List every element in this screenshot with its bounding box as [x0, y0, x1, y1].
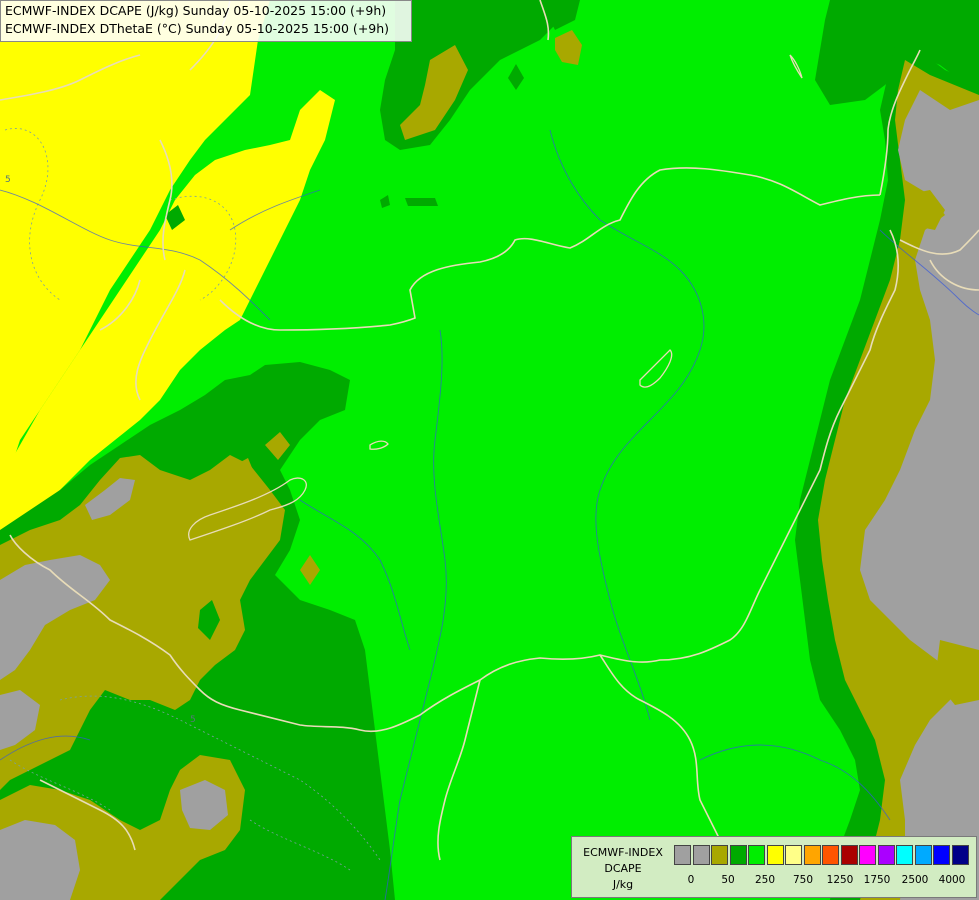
legend-tick-label: 2500	[901, 874, 929, 886]
legend-tick-label: 750	[792, 874, 814, 886]
legend-title: ECMWF-INDEX DCAPE J/kg	[574, 845, 672, 893]
legend-swatch	[859, 845, 876, 865]
legend-swatch	[729, 845, 747, 865]
legend-title-line: J/kg	[612, 878, 634, 891]
legend-tick-label: 250	[754, 874, 776, 886]
color-legend: ECMWF-INDEX DCAPE J/kg 0 50 250 750 1250…	[571, 836, 977, 898]
legend-swatch	[840, 845, 858, 865]
legend-swatch	[674, 845, 691, 865]
legend-title-line: ECMWF-INDEX	[583, 846, 663, 859]
legend-swatch	[933, 845, 950, 865]
legend-swatch	[785, 845, 802, 865]
legend-tick-label: 50	[721, 874, 735, 886]
legend-swatch	[914, 845, 932, 865]
legend-ticks: 0 50 250 750 1250 1750 2500 4000	[674, 874, 974, 888]
map-title-box: ECMWF-INDEX DCAPE (J/kg) Sunday 05-10-20…	[0, 0, 412, 42]
legend-swatch	[877, 845, 895, 865]
legend-swatch	[822, 845, 839, 865]
legend-swatch	[766, 845, 784, 865]
dcape-50-250-area	[405, 198, 438, 206]
legend-swatch	[896, 845, 913, 865]
map-title-dcape: ECMWF-INDEX DCAPE (J/kg) Sunday 05-10-20…	[5, 3, 387, 18]
legend-tick-label: 4000	[938, 874, 966, 886]
weather-map: 5 5	[0, 0, 979, 900]
contour-label: 5	[190, 715, 196, 725]
legend-swatch	[711, 845, 728, 865]
legend-tick-label: 1250	[826, 874, 854, 886]
legend-swatch	[951, 845, 969, 865]
legend-swatches	[674, 845, 970, 867]
legend-swatch	[803, 845, 821, 865]
contour-label: 5	[5, 175, 11, 185]
map-title-dthetae: ECMWF-INDEX DThetaE (°C) Sunday 05-10-20…	[5, 21, 390, 36]
legend-title-line: DCAPE	[604, 862, 642, 875]
legend-swatch	[748, 845, 765, 865]
legend-tick-label: 1750	[863, 874, 891, 886]
legend-swatch	[692, 845, 710, 865]
legend-tick-label: 0	[687, 874, 695, 886]
